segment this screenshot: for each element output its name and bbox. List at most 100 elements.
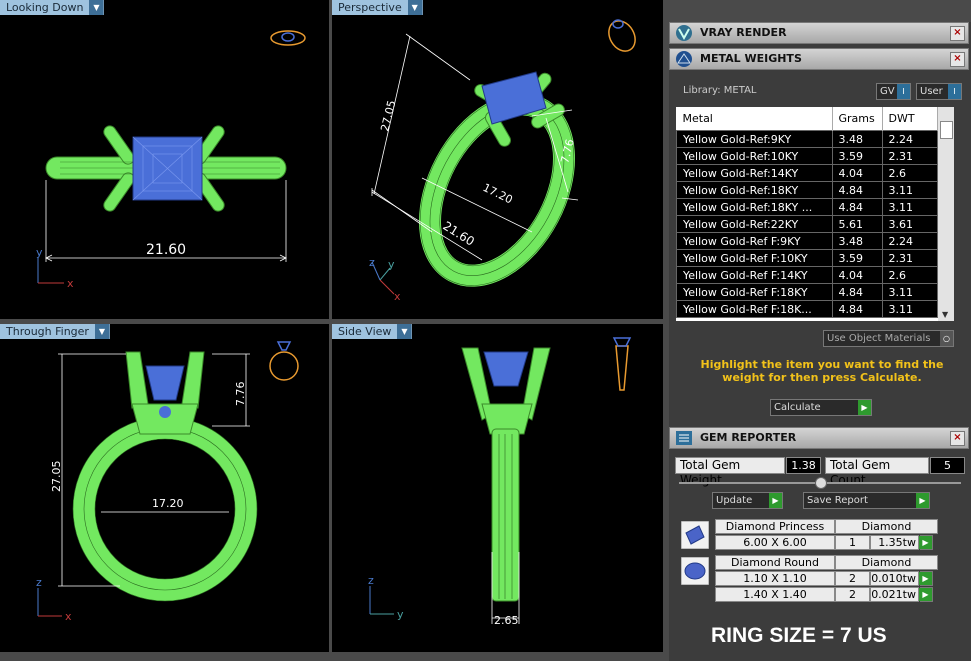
- calculate-hint: Highlight the item you want to find the …: [700, 358, 944, 384]
- metal-table-row[interactable]: Yellow Gold-Ref F:10KY 3.59 2.31: [676, 249, 938, 267]
- gem-name: Diamond Princess: [715, 519, 835, 534]
- grams-cell: 3.48: [831, 130, 883, 148]
- use-object-materials-toggle[interactable]: Use Object Materials ○: [823, 330, 954, 347]
- svg-text:2.65: 2.65: [494, 614, 519, 627]
- grams-cell: 3.59: [831, 147, 883, 165]
- svg-text:x: x: [394, 290, 401, 303]
- svg-text:y: y: [397, 608, 404, 621]
- svg-text:17.20: 17.20: [481, 181, 515, 206]
- dwt-cell: 2.31: [881, 249, 938, 267]
- metal-weights-header[interactable]: METAL WEIGHTS ×: [669, 48, 969, 70]
- viewport-label[interactable]: Perspective ▼: [332, 0, 423, 15]
- svg-text:z: z: [368, 574, 374, 587]
- total-gem-count-value: 5: [930, 457, 965, 474]
- user-toggle[interactable]: User I: [916, 83, 962, 100]
- total-gem-weight-value: 1.38: [786, 457, 821, 474]
- grams-cell: 3.59: [831, 249, 883, 267]
- viewport-label[interactable]: Side View ▼: [332, 324, 413, 339]
- metal-table-row[interactable]: Yellow Gold-Ref F:14KY 4.04 2.6: [676, 266, 938, 284]
- svg-text:7.76: 7.76: [234, 382, 247, 407]
- grams-cell: 5.61: [831, 215, 883, 233]
- viewport-perspective[interactable]: 27.05 7.76 17.20 21.60 z y x Perspective…: [332, 0, 663, 319]
- metal-table-row[interactable]: Yellow Gold-Ref:10KY 3.59 2.31: [676, 147, 938, 165]
- metal-table-row[interactable]: Yellow Gold-Ref F:18KY 4.84 3.11: [676, 283, 938, 301]
- close-icon[interactable]: ×: [950, 26, 965, 41]
- viewport-looking-down[interactable]: 21.60 y x Looking Down ▼: [0, 0, 329, 319]
- chevron-down-icon[interactable]: ▼: [397, 324, 412, 339]
- play-icon: ▶: [858, 400, 871, 415]
- gem-select-button[interactable]: ▶: [919, 571, 933, 586]
- gem-select-button[interactable]: ▶: [919, 587, 933, 602]
- total-gem-count-label: Total Gem Count: [825, 457, 929, 487]
- chevron-down-icon[interactable]: ▼: [94, 324, 109, 339]
- metal-table-row[interactable]: Yellow Gold-Ref F:18K... 4.84 3.11: [676, 300, 938, 318]
- grams-cell: 3.48: [831, 232, 883, 250]
- close-icon[interactable]: ×: [950, 431, 965, 446]
- table-scrollbar[interactable]: ▼: [938, 107, 954, 321]
- chevron-down-icon[interactable]: ▼: [89, 0, 104, 15]
- col-dwt[interactable]: DWT: [882, 107, 938, 131]
- metal-name-cell: Yellow Gold-Ref:18KY: [676, 181, 833, 199]
- ring-side-icon: [612, 337, 632, 391]
- looking-down-dimension: 21.60: [146, 242, 186, 258]
- dwt-cell: 2.24: [881, 130, 938, 148]
- svg-text:y: y: [36, 246, 43, 259]
- viewport-label[interactable]: Through Finger ▼: [0, 324, 110, 339]
- save-report-button[interactable]: Save Report ▶: [803, 492, 930, 509]
- gem-select-button[interactable]: ▶: [919, 535, 933, 550]
- grams-cell: 4.84: [831, 181, 883, 199]
- gem-report-icon: [676, 431, 692, 445]
- round-diamond-icon: [681, 557, 709, 585]
- metal-table-row[interactable]: Yellow Gold-Ref:9KY 3.48 2.24: [676, 130, 938, 148]
- ring-front-icon: [269, 341, 299, 381]
- viewport-side-view[interactable]: 2.65 z y Side View ▼: [332, 324, 663, 652]
- dwt-cell: 3.11: [881, 300, 938, 318]
- gem-reporter-header[interactable]: GEM REPORTER ×: [669, 427, 969, 449]
- metal-table[interactable]: Metal Grams DWT Yellow Gold-Ref:9KY 3.48 2…: [676, 107, 938, 321]
- close-icon[interactable]: ×: [950, 52, 965, 67]
- grams-cell: 4.04: [831, 164, 883, 182]
- dwt-cell: 2.24: [881, 232, 938, 250]
- slider-handle[interactable]: [815, 477, 827, 489]
- dwt-cell: 2.6: [881, 164, 938, 182]
- dwt-cell: 3.11: [881, 198, 938, 216]
- metal-name-cell: Yellow Gold-Ref F:18K...: [676, 300, 833, 318]
- play-icon: ▶: [916, 493, 929, 508]
- total-gem-weight-label: Total Gem Weight: [675, 457, 785, 487]
- svg-text:21.60: 21.60: [440, 219, 477, 249]
- gem-type: Diamond: [835, 555, 938, 570]
- grams-cell: 4.84: [831, 198, 883, 216]
- through-finger-drawing: 27.05 7.76 17.20 z x: [36, 341, 299, 623]
- perspective-drawing: 27.05 7.76 17.20 21.60 z y x: [369, 19, 636, 303]
- viewport-through-finger[interactable]: 27.05 7.76 17.20 z x Through Finger ▼: [0, 324, 329, 652]
- looking-down-drawing: 21.60 y x: [36, 30, 306, 290]
- dwt-cell: 3.11: [881, 283, 938, 301]
- vray-icon: [676, 25, 692, 41]
- ring-top-icon: [270, 30, 306, 46]
- chevron-down-icon[interactable]: ▼: [407, 0, 422, 15]
- metal-table-row[interactable]: Yellow Gold-Ref:18KY ... 4.84 3.11: [676, 198, 938, 216]
- calculate-button[interactable]: Calculate ▶: [770, 399, 872, 416]
- grams-cell: 4.84: [831, 300, 883, 318]
- metal-table-row[interactable]: Yellow Gold-Ref:18KY 4.84 3.11: [676, 181, 938, 199]
- metal-name-cell: Yellow Gold-Ref:9KY: [676, 130, 833, 148]
- metal-name-cell: Yellow Gold-Ref:10KY: [676, 147, 833, 165]
- metal-name-cell: Yellow Gold-Ref F:10KY: [676, 249, 833, 267]
- metal-table-row[interactable]: Yellow Gold-Ref:14KY 4.04 2.6: [676, 164, 938, 182]
- princess-diamond-icon: [681, 521, 709, 549]
- svg-text:y: y: [388, 258, 395, 271]
- gv-toggle[interactable]: GV I: [876, 83, 911, 100]
- dwt-cell: 3.61: [881, 215, 938, 233]
- col-metal[interactable]: Metal: [676, 107, 833, 131]
- ring-perspective-icon: [608, 19, 636, 52]
- vray-render-header[interactable]: VRAY RENDER ×: [669, 22, 969, 44]
- col-grams[interactable]: Grams: [832, 107, 883, 131]
- metal-table-row[interactable]: Yellow Gold-Ref F:9KY 3.48 2.24: [676, 232, 938, 250]
- update-button[interactable]: Update ▶: [712, 492, 783, 509]
- metal-table-row[interactable]: Yellow Gold-Ref:22KY 5.61 3.61: [676, 215, 938, 233]
- metal-name-cell: Yellow Gold-Ref:22KY: [676, 215, 833, 233]
- svg-text:17.20: 17.20: [152, 497, 184, 510]
- dwt-cell: 2.6: [881, 266, 938, 284]
- side-panel: VRAY RENDER × METAL WEIGHTS × Library: M…: [669, 22, 971, 661]
- viewport-label[interactable]: Looking Down ▼: [0, 0, 105, 15]
